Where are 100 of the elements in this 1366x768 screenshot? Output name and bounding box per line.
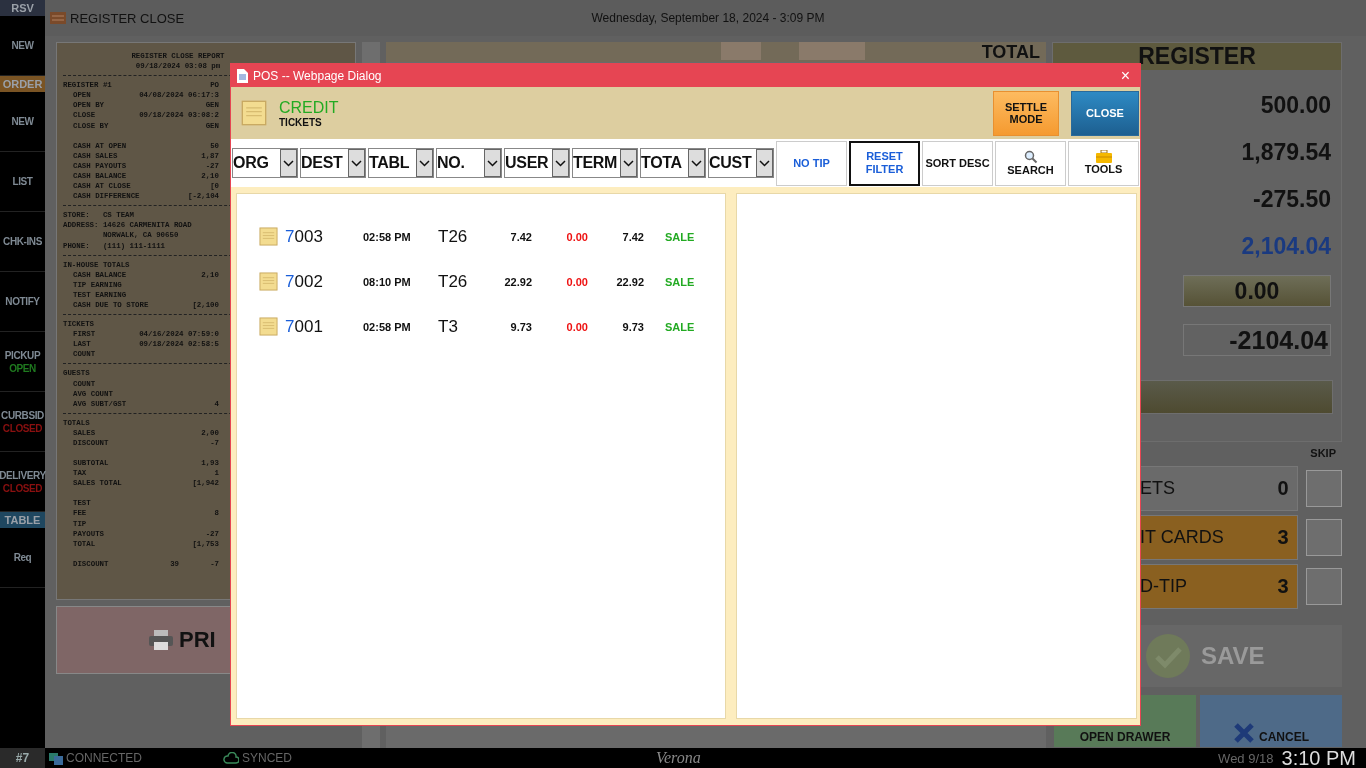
ticket-tip: 0.00: [565, 320, 588, 333]
cloud-icon: [223, 752, 239, 764]
ticket-total: 22.92: [615, 275, 644, 288]
sidebar-section-header: RSV: [0, 0, 45, 16]
sidebar-button[interactable]: NEW: [11, 116, 34, 127]
dialog-title: POS -- Webpage Dialog: [253, 68, 383, 83]
toolbar-button[interactable]: SORT DESC: [922, 140, 993, 186]
filter-dropdown[interactable]: TERM: [572, 148, 638, 178]
tally-label: ETS: [1140, 478, 1176, 499]
toolbar-button[interactable]: SEARCH: [995, 140, 1066, 186]
ticket-time: 02:58 PM: [363, 230, 412, 243]
ticket-status: SALE: [664, 230, 696, 243]
ticket-number[interactable]: 7001: [285, 316, 363, 337]
caret-icon: [348, 149, 365, 177]
ticket-time: 08:10 PM: [363, 275, 412, 288]
settle-mode-button[interactable]: SETTLE MODE: [993, 90, 1059, 136]
filter-dropdown[interactable]: TOTA: [640, 148, 706, 178]
register-amount: 2,104.04: [1241, 232, 1331, 261]
sidebar-section-header: ORDER: [0, 76, 45, 92]
toolbar-button[interactable]: TOOLS: [1068, 140, 1139, 186]
filter-dropdown[interactable]: ORG: [232, 148, 298, 178]
skip-checkbox[interactable]: [1305, 519, 1342, 556]
sidebar-status: OPEN: [9, 362, 36, 374]
sidebar-button[interactable]: CHK-INS: [3, 236, 42, 247]
ticket-table: T3: [438, 316, 488, 337]
sidebar-section-header: TABLE: [0, 512, 45, 528]
tally-count: 3: [1277, 575, 1289, 598]
close-dialog-button[interactable]: CLOSE: [1071, 90, 1139, 136]
screen-title: REGISTER CLOSE: [70, 10, 185, 26]
ticket-table: T26: [438, 271, 488, 292]
sidebar-status: CLOSED: [2, 422, 43, 434]
note-icon: [259, 272, 278, 291]
skip-label: SKIP: [1310, 447, 1336, 459]
filter-dropdown[interactable]: DEST: [300, 148, 366, 178]
caret-icon: [416, 149, 433, 177]
filter-dropdown[interactable]: USER: [504, 148, 570, 178]
dialog-subheading: TICKETS: [279, 116, 323, 128]
register-amount: -2104.04: [1183, 324, 1331, 356]
ticket-total: 9.73: [621, 320, 644, 333]
ticket-status: SALE: [664, 320, 696, 333]
sidebar-button[interactable]: Req: [13, 552, 32, 563]
caret-icon: [484, 149, 501, 177]
ticket-tip: 0.00: [565, 275, 588, 288]
register-amount: -275.50: [1253, 185, 1331, 214]
connection-status: CONNECTED: [66, 751, 142, 765]
printer-icon: [149, 630, 173, 650]
photo-placeholder: [721, 42, 761, 60]
tally-label: D-TIP: [1140, 576, 1188, 597]
note-icon: [259, 317, 278, 336]
ticket-table: T26: [438, 226, 488, 247]
caret-icon: [280, 149, 297, 177]
sidebar-status: CLOSED: [2, 482, 43, 494]
network-icon: [49, 751, 63, 765]
sidebar-button[interactable]: PICKUP: [4, 349, 41, 361]
date-time: Wednesday, September 18, 2024 - 3:09 PM: [591, 11, 825, 25]
toolbar-button[interactable]: RESET FILTER: [849, 140, 920, 186]
sync-status: SYNCED: [242, 751, 292, 765]
filter-dropdown[interactable]: NO.: [436, 148, 502, 178]
sidebar-button[interactable]: LIST: [12, 176, 33, 187]
tally-label: IT CARDS: [1140, 527, 1225, 548]
skip-checkbox[interactable]: [1305, 568, 1342, 605]
filter-dropdown[interactable]: CUST: [708, 148, 774, 178]
total-heading: TOTAL: [981, 42, 1040, 62]
tally-count: 3: [1277, 526, 1289, 549]
dialog-heading: CREDIT: [279, 98, 340, 117]
register-amount: 1,879.54: [1241, 138, 1331, 167]
ticket-status: SALE: [664, 275, 696, 288]
ticket-tip: 0.00: [565, 230, 588, 243]
close-icon: [1233, 722, 1255, 744]
sidebar-button[interactable]: NOTIFY: [5, 296, 40, 307]
photo-placeholder: [799, 42, 865, 60]
caret-icon: [688, 149, 705, 177]
ticket-amount: 9.73: [509, 320, 532, 333]
document-icon: [237, 68, 248, 83]
sidebar-button[interactable]: NEW: [11, 40, 34, 51]
register-icon: [50, 11, 66, 25]
filter-dropdown[interactable]: TABL: [368, 148, 434, 178]
caret-icon: [620, 149, 637, 177]
ticket-total: 7.42: [621, 230, 644, 243]
check-icon: [1145, 633, 1191, 679]
toolbox-icon: [1095, 150, 1112, 163]
ticket-number[interactable]: 7003: [285, 226, 363, 247]
register-amount: 500.00: [1260, 91, 1331, 120]
note-icon: [241, 100, 267, 126]
ticket-number[interactable]: 7002: [285, 271, 363, 292]
register-heading: REGISTER: [1053, 43, 1341, 70]
toolbar-button[interactable]: NO TIP: [776, 140, 847, 186]
cancel-button[interactable]: CANCEL: [1200, 695, 1342, 747]
note-icon: [259, 227, 278, 246]
ticket-time: 02:58 PM: [363, 320, 412, 333]
search-icon: [1023, 149, 1038, 164]
sidebar-button[interactable]: CURBSID: [1, 409, 44, 421]
brand-name: Verona: [656, 749, 701, 767]
ticket-amount: 7.42: [509, 230, 532, 243]
status-time: 3:10 PM: [1281, 746, 1356, 768]
ticket-amount: 22.92: [503, 275, 532, 288]
caret-icon: [552, 149, 569, 177]
status-date: Wed 9/18: [1218, 750, 1274, 766]
caret-icon: [756, 149, 773, 177]
skip-checkbox[interactable]: [1305, 470, 1342, 507]
